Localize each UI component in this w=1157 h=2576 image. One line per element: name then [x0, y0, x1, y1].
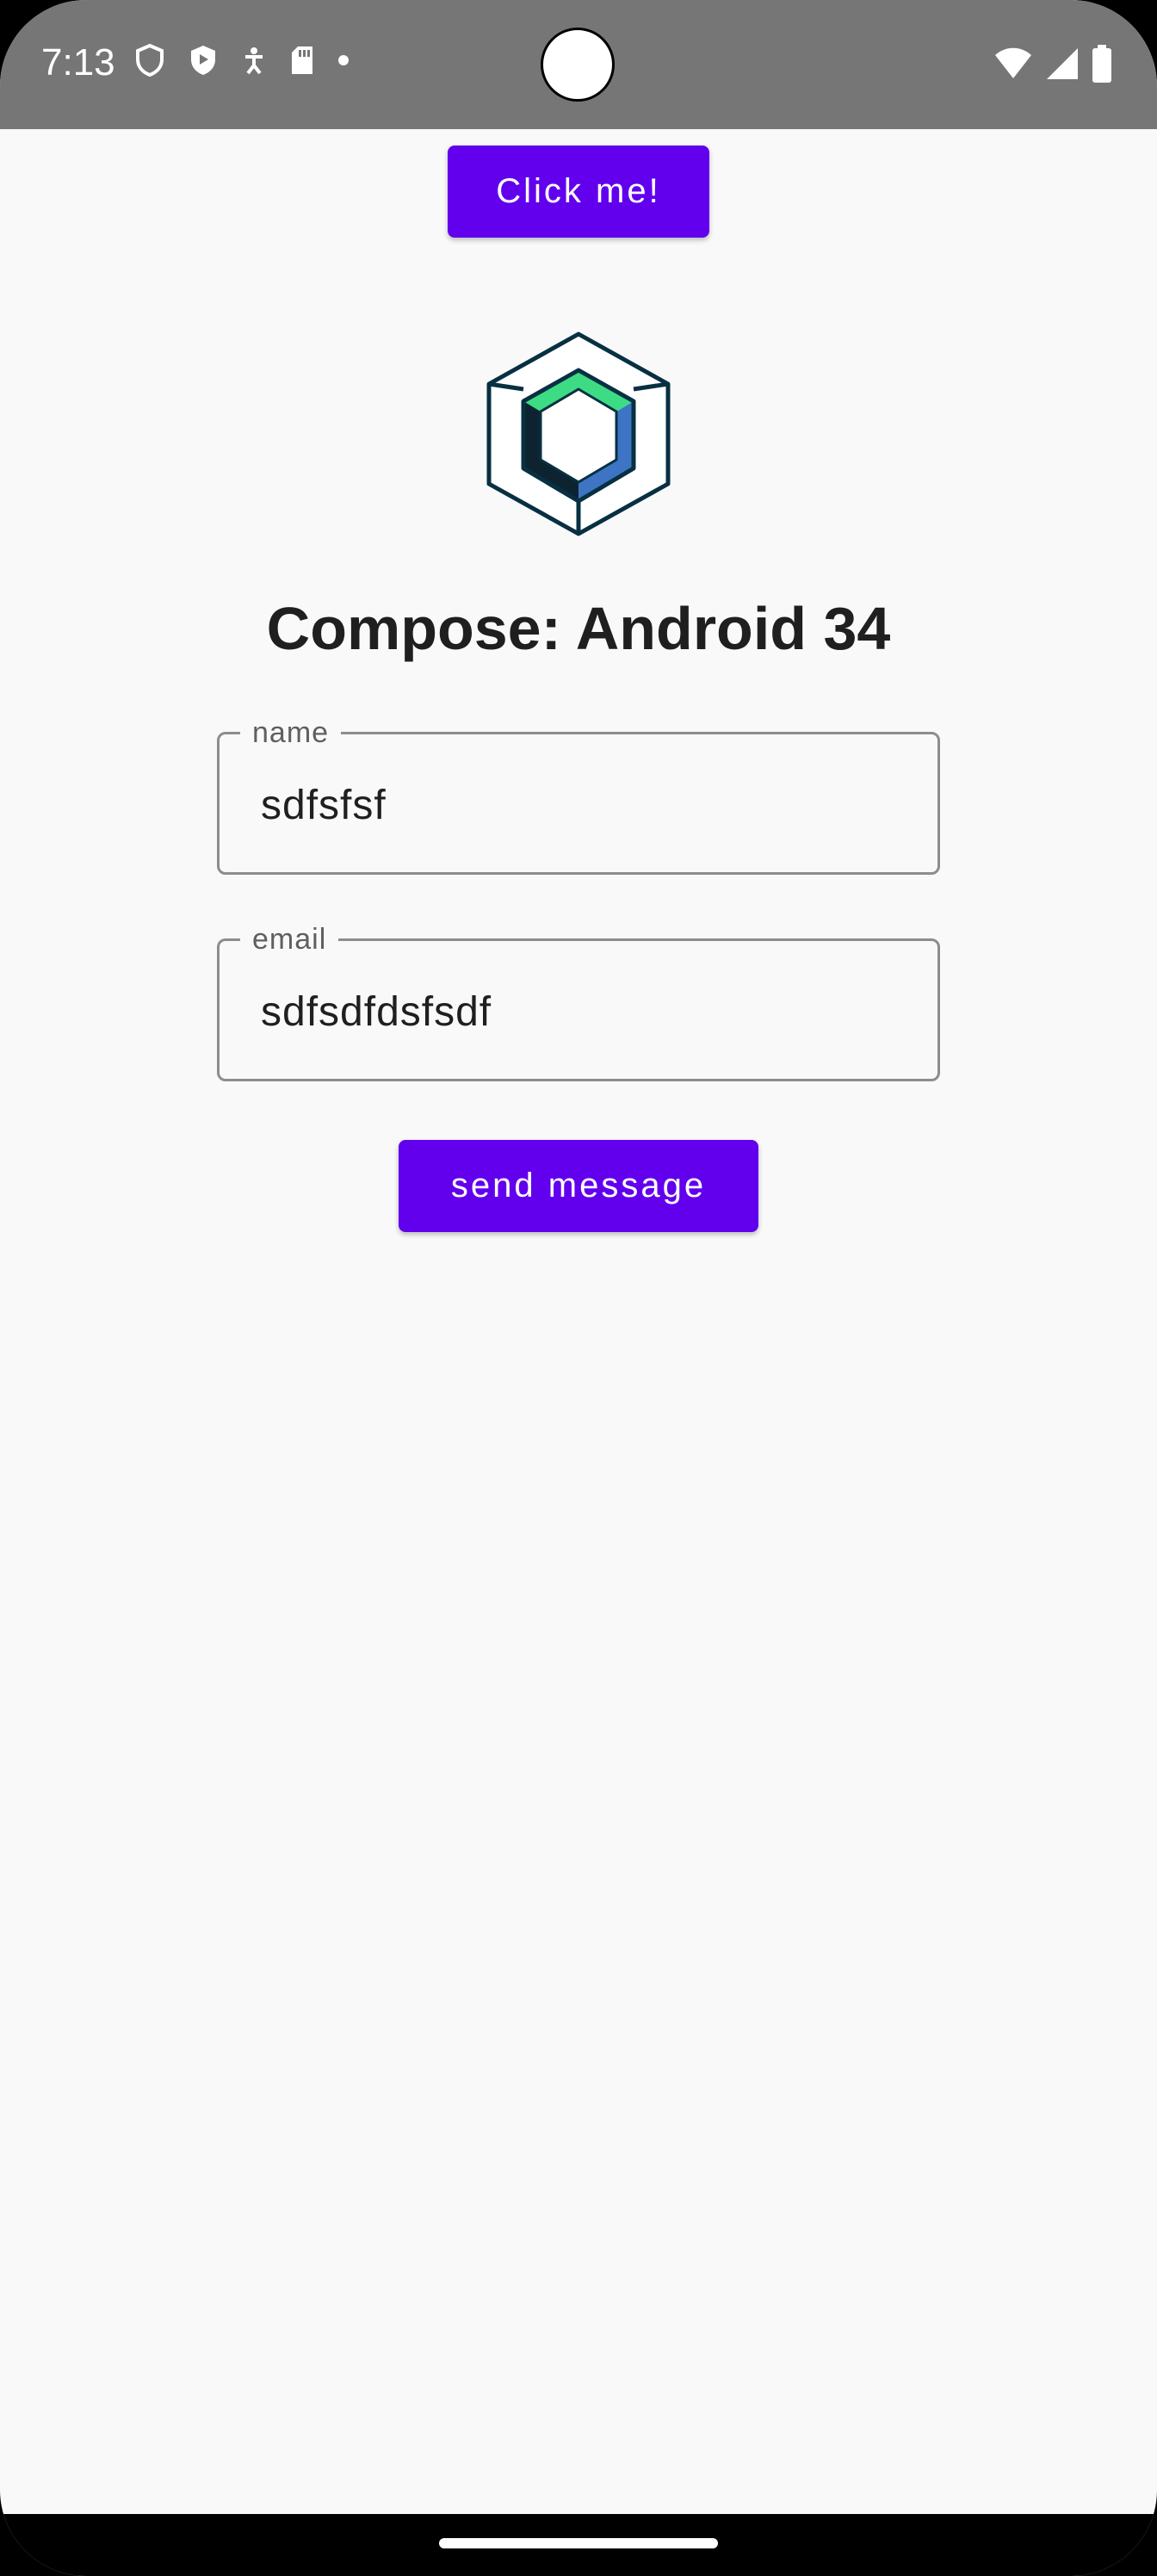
camera-cutout: [541, 28, 615, 102]
status-time: 7:13: [41, 41, 115, 84]
email-field[interactable]: email sdfsdfdsfsdf: [217, 922, 940, 1081]
shield-outline-icon: [136, 43, 164, 77]
notification-icons: [134, 43, 350, 77]
name-field-value[interactable]: sdfsfsf: [261, 782, 387, 829]
email-field-label: email: [240, 922, 339, 957]
send-message-button[interactable]: send message: [399, 1140, 758, 1232]
sd-card-icon: [292, 46, 312, 74]
status-bar: 7:13: [0, 0, 1157, 129]
name-field[interactable]: name sdfsfsf: [217, 715, 940, 875]
dot-icon: [338, 55, 349, 65]
battery-icon: [1092, 45, 1111, 83]
page-title: Compose: Android 34: [266, 595, 891, 662]
accessibility-icon: [245, 47, 263, 75]
name-field-label: name: [240, 715, 342, 750]
play-shield-icon: [191, 46, 215, 75]
wifi-icon: [995, 47, 1031, 78]
click-me-button[interactable]: Click me!: [448, 146, 709, 238]
email-field-value[interactable]: sdfsdfdsfsdf: [261, 988, 492, 1036]
cellular-signal-icon: [1047, 48, 1078, 79]
system-status-icons: [993, 45, 1112, 83]
phone-screen: 7:13 Click me! Compose: Android 34 name …: [0, 0, 1157, 2576]
jetpack-compose-logo-icon: [486, 331, 671, 536]
home-gesture-handle[interactable]: [439, 2538, 718, 2548]
